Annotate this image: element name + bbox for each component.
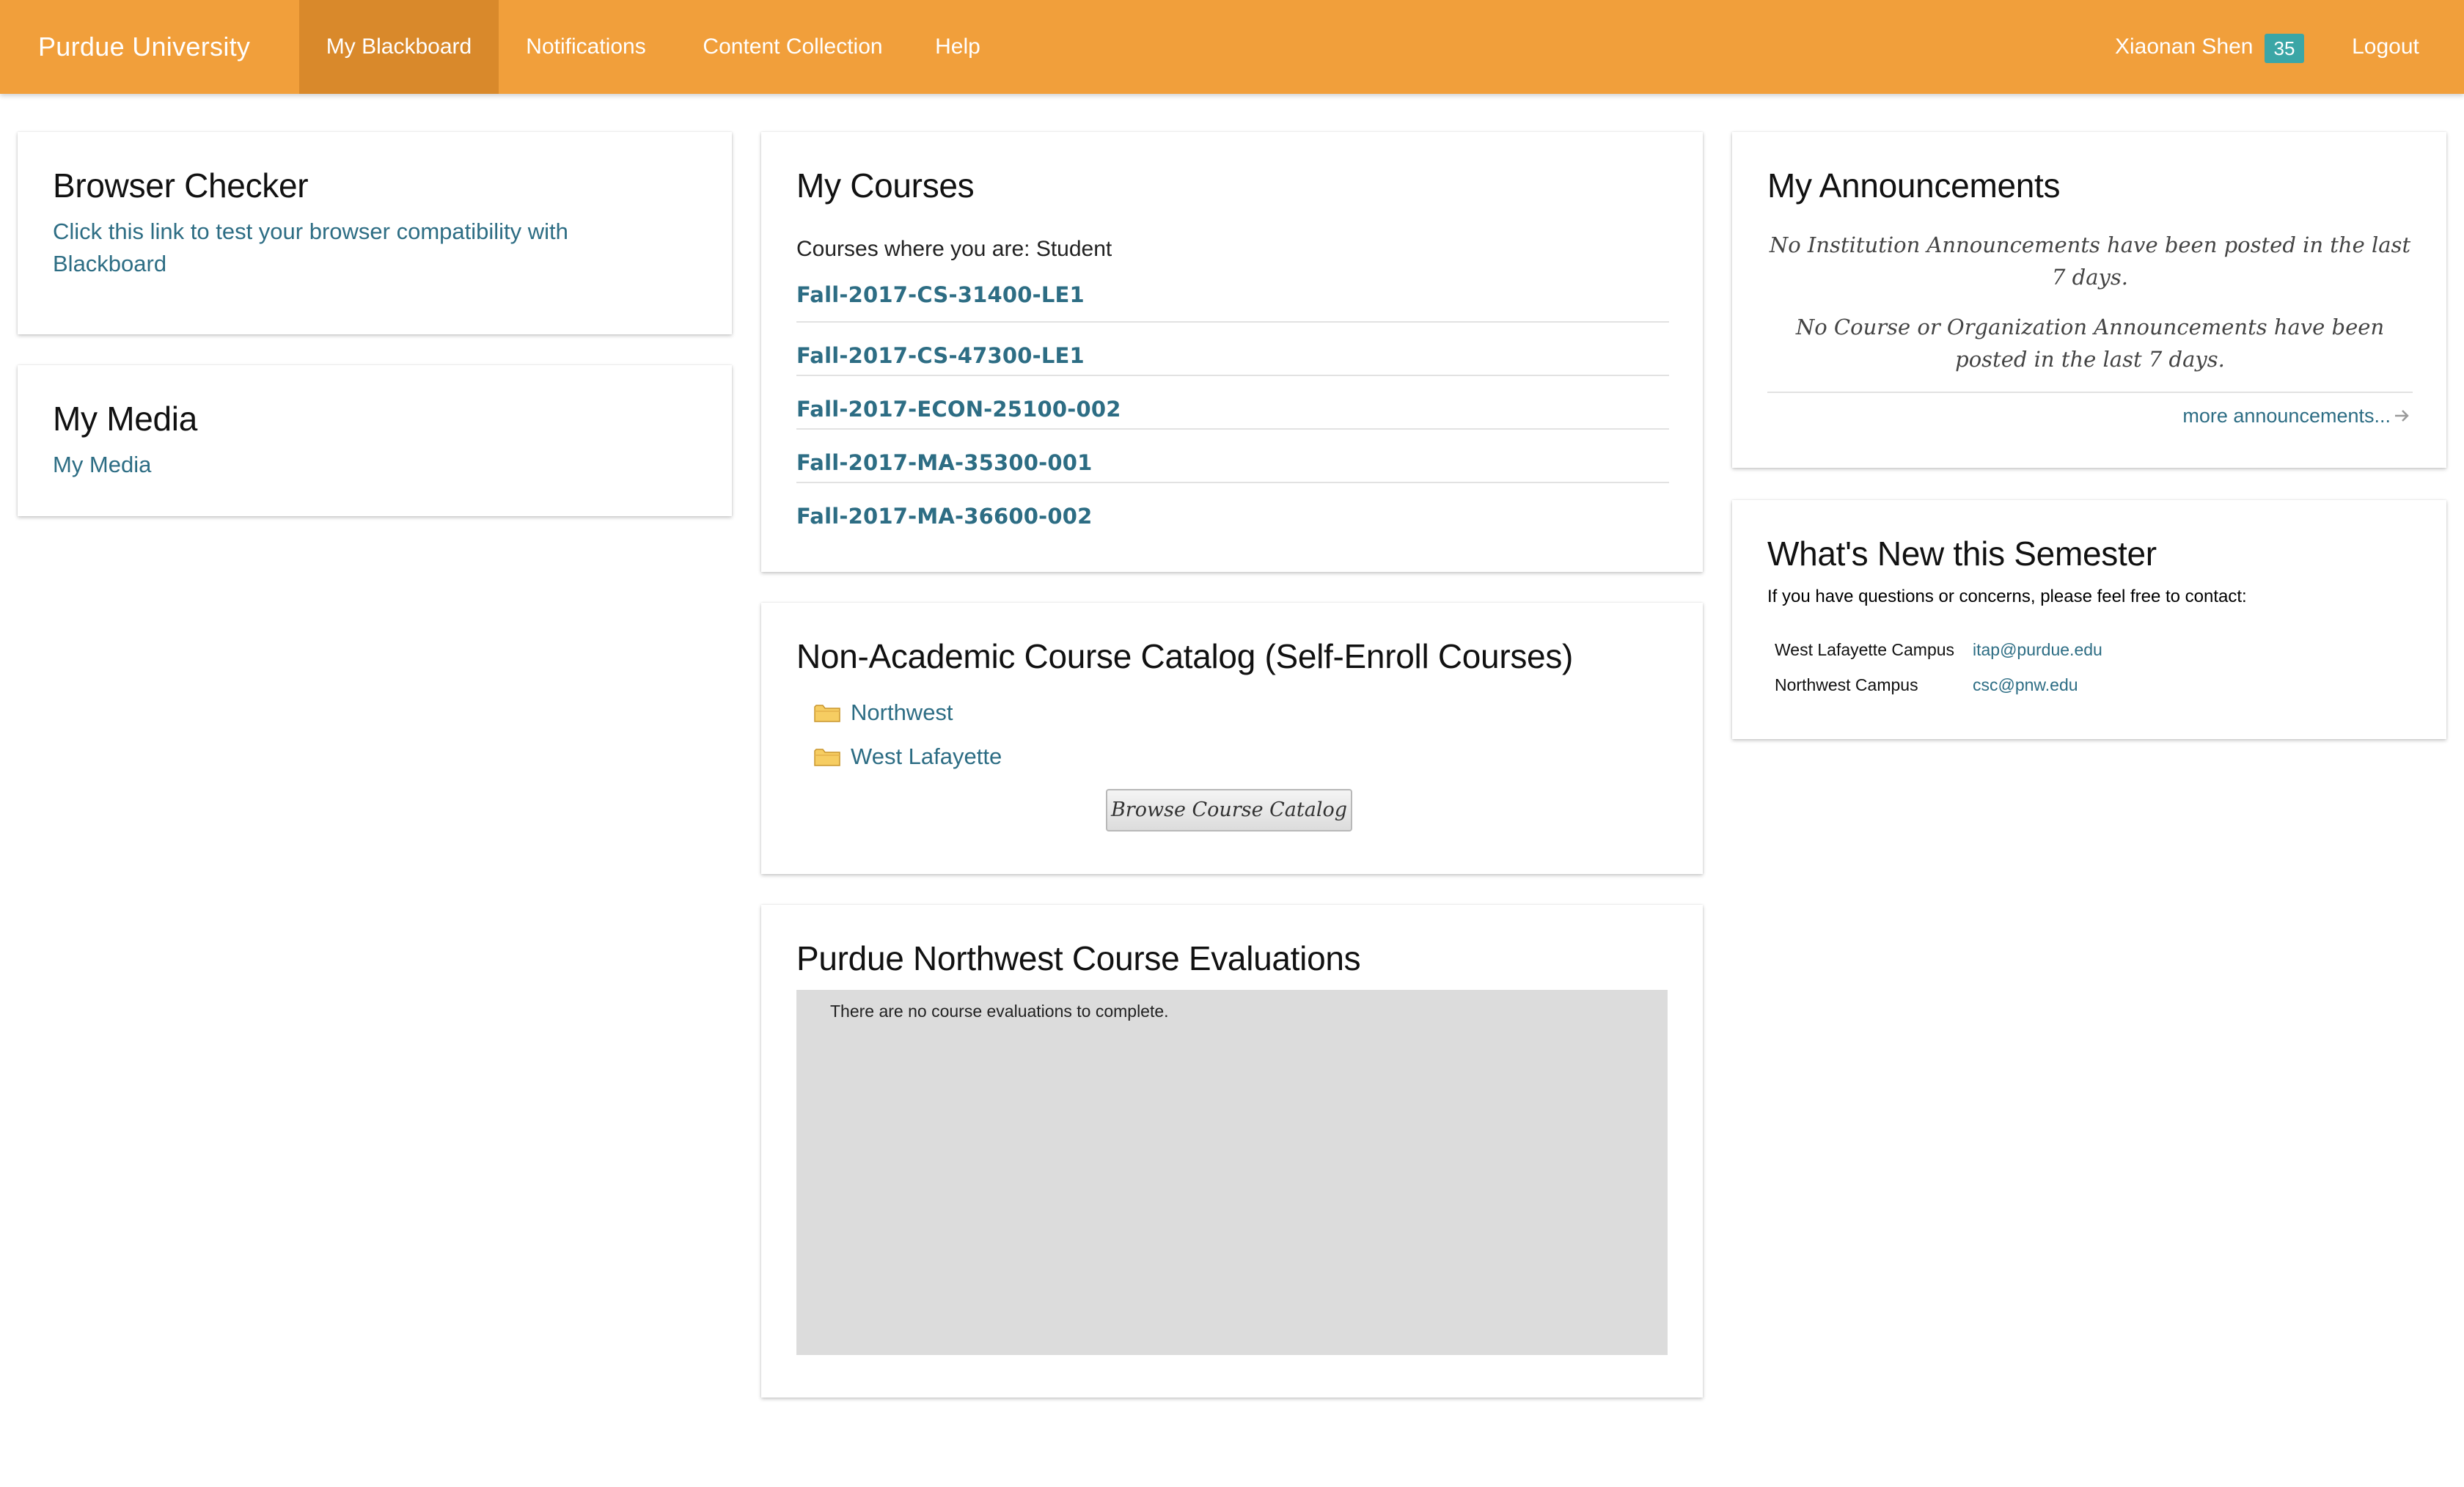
browser-checker-link[interactable]: Click this link to test your browser com… bbox=[53, 216, 669, 280]
tab-help[interactable]: Help bbox=[912, 0, 1003, 94]
campus-label: West Lafayette Campus bbox=[1775, 640, 1955, 659]
logout-button[interactable]: Logout bbox=[2331, 0, 2441, 94]
folder-icon bbox=[814, 749, 840, 766]
campus-label: Northwest Campus bbox=[1775, 675, 1918, 694]
course-catalog-card: Non-Academic Course Catalog (Self-Enroll… bbox=[761, 603, 1703, 874]
course-role-label: Courses where you are: Student bbox=[796, 237, 1112, 261]
contact-row: Northwest Campus csc@pnw.edu bbox=[1775, 670, 2078, 700]
tab-my-blackboard[interactable]: My Blackboard bbox=[299, 0, 499, 94]
evaluations-frame: There are no course evaluations to compl… bbox=[796, 990, 1668, 1355]
whats-new-title: What's New this Semester bbox=[1767, 535, 2157, 573]
whats-new-card: What's New this Semester If you have que… bbox=[1732, 500, 2446, 739]
tab-content-collection[interactable]: Content Collection bbox=[673, 0, 912, 94]
course-evaluations-card: Purdue Northwest Course Evaluations Ther… bbox=[761, 905, 1703, 1398]
course-link[interactable]: Fall-2017-MA-35300-001 bbox=[796, 450, 1093, 475]
arrow-right-icon bbox=[2395, 410, 2409, 422]
tab-notifications[interactable]: Notifications bbox=[499, 0, 673, 94]
top-navigation-bar: Purdue University My Blackboard Notifica… bbox=[0, 0, 2464, 94]
announcements-title: My Announcements bbox=[1767, 166, 2061, 205]
course-link[interactable]: Fall-2017-ECON-25100-002 bbox=[796, 397, 1121, 422]
contact-row: West Lafayette Campus itap@purdue.edu bbox=[1775, 635, 2102, 664]
browse-course-catalog-button[interactable]: Browse Course Catalog bbox=[1106, 789, 1352, 831]
my-media-card: My Media My Media bbox=[18, 365, 732, 516]
contact-email-link[interactable]: itap@purdue.edu bbox=[1973, 640, 2102, 659]
my-media-link[interactable]: My Media bbox=[53, 449, 151, 481]
folder-row-northwest[interactable]: Northwest bbox=[814, 700, 953, 732]
list-item: Fall-2017-CS-47300-LE1 bbox=[796, 321, 1669, 375]
course-announcements-message: No Course or Organization Announcements … bbox=[1795, 315, 2385, 372]
folder-icon bbox=[814, 705, 840, 722]
folder-link[interactable]: West Lafayette bbox=[851, 744, 1002, 769]
course-link[interactable]: Fall-2017-MA-36600-002 bbox=[796, 504, 1093, 529]
brand-logo-text[interactable]: Purdue University bbox=[38, 0, 250, 94]
my-media-title: My Media bbox=[53, 400, 197, 438]
list-item: Fall-2017-ECON-25100-002 bbox=[796, 375, 1669, 428]
my-courses-title: My Courses bbox=[796, 166, 975, 205]
browser-checker-title: Browser Checker bbox=[53, 166, 309, 205]
browser-checker-card: Browser Checker Click this link to test … bbox=[18, 132, 732, 334]
announcements-card: My Announcements No Institution Announce… bbox=[1732, 132, 2446, 468]
contact-intro-text: If you have questions or concerns, pleas… bbox=[1767, 587, 2247, 606]
more-announcements-link[interactable]: more announcements... bbox=[2182, 405, 2410, 427]
list-item: Fall-2017-CS-31400-LE1 bbox=[796, 279, 1669, 321]
course-evaluations-title: Purdue Northwest Course Evaluations bbox=[796, 939, 1361, 977]
list-item: Fall-2017-MA-35300-001 bbox=[796, 428, 1669, 482]
more-announcements-label: more announcements... bbox=[2182, 405, 2391, 427]
my-courses-card: My Courses Courses where you are: Studen… bbox=[761, 132, 1703, 572]
divider bbox=[1767, 392, 2413, 393]
folder-link[interactable]: Northwest bbox=[851, 700, 953, 725]
course-link[interactable]: Fall-2017-CS-31400-LE1 bbox=[796, 282, 1085, 307]
folder-row-west-lafayette[interactable]: West Lafayette bbox=[814, 744, 1002, 776]
notification-count-badge[interactable]: 35 bbox=[2265, 34, 2304, 63]
course-catalog-title: Non-Academic Course Catalog (Self-Enroll… bbox=[796, 637, 1574, 675]
course-list: Fall-2017-CS-31400-LE1 Fall-2017-CS-4730… bbox=[796, 279, 1669, 535]
evaluations-message: There are no course evaluations to compl… bbox=[830, 1002, 1169, 1021]
course-link[interactable]: Fall-2017-CS-47300-LE1 bbox=[796, 343, 1085, 368]
list-item: Fall-2017-MA-36600-002 bbox=[796, 482, 1669, 535]
contact-email-link[interactable]: csc@pnw.edu bbox=[1973, 675, 2078, 694]
user-name-link[interactable]: Xiaonan Shen bbox=[2115, 0, 2254, 94]
institution-announcements-message: No Institution Announcements have been p… bbox=[1769, 232, 2411, 290]
